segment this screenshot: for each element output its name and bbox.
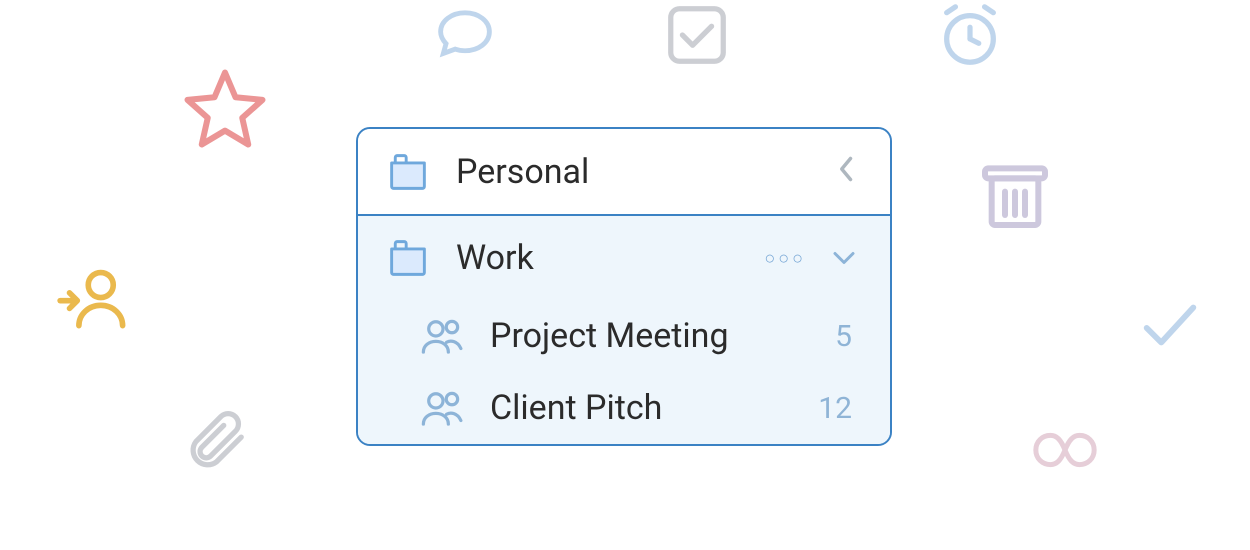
trash-icon <box>975 155 1055 239</box>
list-item-label: Client Pitch <box>490 388 818 428</box>
paperclip-icon <box>180 400 250 484</box>
list-item-project-meeting[interactable]: Project Meeting 5 <box>358 300 890 372</box>
folder-label: Work <box>456 238 764 278</box>
list-item-label: Project Meeting <box>490 316 835 356</box>
chevron-left-icon[interactable] <box>832 151 862 192</box>
folder-row-work[interactable]: Work ○○○ <box>358 216 890 300</box>
item-count: 12 <box>818 391 862 426</box>
folder-list-panel: Personal Work ○○○ <box>356 127 892 446</box>
folder-row-personal[interactable]: Personal <box>358 129 890 216</box>
folder-section-work: Work ○○○ Project Meeting 5 <box>358 216 890 444</box>
alarm-clock-icon <box>935 1 1005 75</box>
item-count: 5 <box>835 319 862 354</box>
folder-label: Personal <box>456 152 832 192</box>
list-item-client-pitch[interactable]: Client Pitch 12 <box>358 372 890 444</box>
checkbox-icon <box>662 0 732 74</box>
checkmark-icon <box>1130 290 1210 364</box>
people-icon <box>418 388 468 428</box>
more-options-icon[interactable]: ○○○ <box>764 248 806 269</box>
folder-icon <box>386 152 430 192</box>
folder-icon <box>386 238 430 278</box>
chevron-down-icon[interactable] <box>826 240 862 276</box>
star-icon <box>180 65 270 159</box>
infinity-icon <box>1015 420 1115 484</box>
assign-user-icon <box>57 260 132 339</box>
people-icon <box>418 316 468 356</box>
chat-bubble-icon <box>430 2 500 71</box>
